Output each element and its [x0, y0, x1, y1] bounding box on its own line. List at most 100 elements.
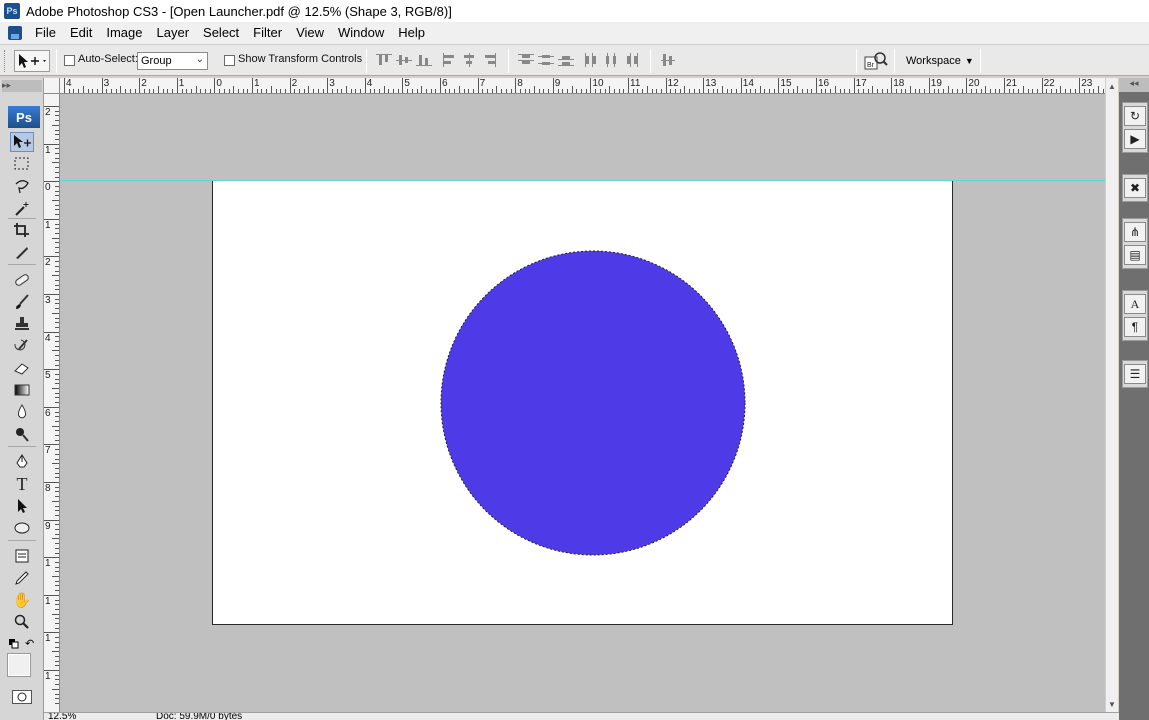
pen-tool[interactable] [10, 452, 34, 472]
path-select-icon [18, 499, 27, 513]
ruler-number: 1 [178, 78, 185, 89]
distribute-top-edges-icon[interactable] [518, 53, 534, 67]
document-icon[interactable] [8, 26, 22, 40]
ruler-minor-tick [684, 86, 686, 93]
ruler-minor-tick [519, 89, 521, 93]
type-tool[interactable]: T [10, 474, 34, 494]
foreground-color-swatch[interactable] [8, 654, 30, 676]
ruler-minor-tick [350, 89, 352, 93]
ruler-minor-tick [195, 86, 197, 93]
toolbox-ps-badge[interactable]: Ps [8, 106, 40, 128]
layer-comps-icon[interactable]: ▤ [1124, 245, 1146, 265]
options-grip[interactable] [4, 50, 8, 72]
info-panel-icon[interactable]: ☰ [1124, 364, 1146, 384]
eyedropper-tool[interactable] [10, 568, 34, 588]
notes-tool[interactable] [10, 546, 34, 566]
menu-select[interactable]: Select [196, 22, 246, 44]
horizontal-guide[interactable] [60, 180, 1105, 181]
menu-edit[interactable]: Edit [63, 22, 99, 44]
actions-panel-icon[interactable]: ▶ [1124, 129, 1146, 149]
menu-window[interactable]: Window [331, 22, 391, 44]
ruler-number: 1 [45, 595, 51, 607]
history-brush-tool[interactable] [10, 336, 34, 356]
paragraph-panel-icon[interactable]: ¶ [1124, 317, 1146, 337]
distribute-left-edges-icon[interactable] [584, 53, 600, 67]
ruler-minor-tick [491, 89, 493, 93]
zoom-level[interactable]: 12.5% [48, 713, 76, 720]
character-panel-icon[interactable]: A [1124, 294, 1146, 314]
document-canvas[interactable] [212, 180, 953, 625]
clone-source-icon[interactable]: ⋔ [1124, 222, 1146, 242]
scroll-up-icon[interactable]: ▲ [1108, 82, 1116, 91]
align-horizontal-centers-icon[interactable] [462, 53, 478, 67]
auto-align-layers-icon[interactable] [660, 53, 676, 67]
vertical-ruler[interactable]: 2 1 0 1 2 3 4 5 6 7 8 9 1 1 1 1 [44, 94, 60, 714]
zoom-tool[interactable] [10, 612, 34, 632]
crop-tool[interactable] [10, 220, 34, 240]
ruler-origin[interactable] [44, 78, 60, 94]
default-colors-icon[interactable] [9, 638, 19, 649]
ruler-minor-tick [670, 89, 672, 93]
shape-3-circle[interactable] [441, 251, 745, 555]
tool-presets-icon[interactable]: ✖ [1124, 178, 1146, 198]
shape-tool[interactable] [10, 518, 34, 538]
brush-tool[interactable] [10, 292, 34, 312]
path-selection-tool[interactable] [10, 496, 34, 516]
horizontal-ruler[interactable]: 4 3 2 1 0 1 2 3 4 5 6 7 8 9 10 11 12 13 14 15 16 17 18 19 20 21 22… [60, 78, 1105, 94]
blur-tool[interactable] [10, 402, 34, 422]
ruler-minor-tick [1032, 89, 1034, 93]
magic-wand-tool[interactable] [10, 198, 34, 218]
tool-preset-picker[interactable] [14, 50, 50, 72]
gradient-tool[interactable] [10, 380, 34, 400]
vertical-scrollbar[interactable]: ▲ ▼ [1105, 78, 1118, 714]
show-transform-checkbox[interactable] [224, 55, 235, 66]
ruler-minor-tick [1013, 89, 1015, 93]
ruler-major-tick [665, 78, 667, 93]
ruler-minor-tick [120, 86, 122, 93]
distribute-right-edges-icon[interactable] [624, 53, 640, 67]
menu-filter[interactable]: Filter [246, 22, 289, 44]
auto-select-checkbox[interactable] [64, 55, 75, 66]
align-right-edges-icon[interactable] [482, 53, 498, 67]
ruler-minor-tick [1093, 89, 1095, 93]
align-vertical-centers-icon[interactable] [396, 53, 412, 67]
ruler-minor-tick [55, 176, 59, 178]
distribute-vertical-centers-icon[interactable] [538, 53, 554, 67]
bridge-button[interactable]: Br [864, 51, 888, 71]
marquee-tool[interactable] [10, 154, 34, 174]
menu-layer[interactable]: Layer [150, 22, 197, 44]
quick-mask-button[interactable] [12, 690, 32, 704]
align-bottom-edges-icon[interactable] [416, 53, 432, 67]
move-tool[interactable] [10, 132, 34, 152]
distribute-horizontal-centers-icon[interactable] [604, 53, 620, 67]
menu-file[interactable]: File [28, 22, 63, 44]
ruler-minor-tick [660, 89, 662, 93]
auto-select-dropdown[interactable]: Group ⌄ [137, 52, 208, 70]
menu-image[interactable]: Image [99, 22, 149, 44]
align-left-edges-icon[interactable] [442, 53, 458, 67]
hand-tool[interactable]: ✋ [10, 590, 34, 610]
lasso-tool[interactable] [10, 176, 34, 196]
clone-stamp-tool[interactable] [10, 314, 34, 334]
workspace-menu[interactable]: Workspace ▼ [900, 50, 978, 72]
scroll-down-icon[interactable]: ▼ [1108, 700, 1116, 709]
ruler-minor-tick [209, 89, 211, 93]
align-top-edges-icon[interactable] [376, 53, 392, 67]
dodge-tool[interactable] [10, 424, 34, 444]
slice-tool[interactable] [10, 242, 34, 262]
healing-brush-tool[interactable] [10, 270, 34, 290]
ruler-minor-tick [820, 89, 822, 93]
dock-grip[interactable]: ◂◂ [1119, 78, 1149, 92]
ruler-major-tick [1004, 78, 1005, 93]
panel-grip[interactable]: ▸▸ [2, 80, 42, 92]
history-panel-icon[interactable]: ↻ [1124, 106, 1146, 126]
ruler-major-tick [176, 78, 178, 93]
menu-view[interactable]: View [289, 22, 331, 44]
menu-help[interactable]: Help [391, 22, 432, 44]
swap-colors-icon[interactable]: ↶ [25, 637, 37, 650]
ruler-minor-tick [581, 89, 582, 93]
distribute-bottom-edges-icon[interactable] [558, 53, 574, 67]
ruler-minor-tick [411, 89, 413, 93]
ruler-minor-tick [1083, 89, 1085, 93]
eraser-tool[interactable] [10, 358, 34, 378]
